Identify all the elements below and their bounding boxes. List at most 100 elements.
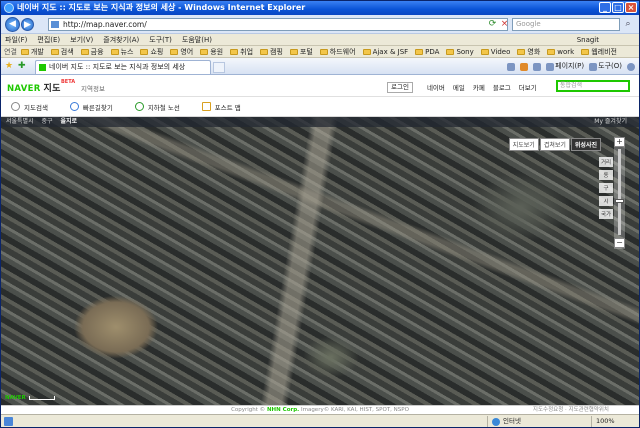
new-tab-button[interactable] [213, 62, 225, 73]
gear-icon [589, 62, 598, 71]
favorites-star-icon[interactable]: ★ [5, 61, 13, 72]
link-folder[interactable]: 웹레비전 [581, 47, 617, 57]
footer-company[interactable]: NHN Corp. [267, 407, 299, 413]
search-icon[interactable]: ⌕ [622, 18, 634, 31]
home-button[interactable] [507, 61, 516, 72]
folder-icon [20, 48, 29, 55]
folder-icon [480, 48, 489, 55]
minimize-button[interactable]: _ [599, 2, 611, 13]
security-zone[interactable]: 인터넷 [487, 416, 521, 427]
zoom-track[interactable] [618, 149, 621, 235]
zoom-level-labels: 거리 동 구 시 국가 [599, 157, 613, 219]
footer-copyright: Copyright © [231, 407, 266, 413]
stop-icon[interactable]: × [499, 18, 510, 30]
nav-blog[interactable]: 블로그 [493, 82, 511, 93]
link-folder[interactable]: 하드웨어 [319, 47, 356, 57]
naver-search-input[interactable]: 통합검색 [556, 80, 630, 92]
nav-cafe[interactable]: 카페 [473, 82, 485, 93]
link-folder[interactable]: 캠핑 [260, 47, 283, 57]
ie-logo-icon [4, 3, 14, 13]
zoom-out-button[interactable]: − [614, 238, 625, 248]
tool-post-map[interactable]: 포스트 맵 [201, 102, 241, 112]
address-url: http://map.naver.com/ [63, 20, 147, 29]
nav-more[interactable]: 더보기 [519, 82, 537, 93]
map-type-normal[interactable]: 지도보기 [508, 138, 539, 151]
link-folder[interactable]: 개발 [20, 47, 44, 57]
link-folder[interactable]: Sony [446, 48, 474, 56]
link-folder[interactable]: 용원 [200, 47, 223, 57]
link-folder[interactable]: PDA [415, 48, 439, 56]
link-folder[interactable]: work [547, 48, 574, 56]
search-input[interactable]: Google [512, 18, 620, 31]
breadcrumb-district[interactable]: 중구 [42, 118, 53, 125]
snagit-button[interactable]: Snagit [577, 34, 599, 46]
zoom-label-street[interactable]: 거리 [599, 157, 613, 167]
folder-icon [319, 48, 328, 55]
zoom-label-dong[interactable]: 동 [599, 170, 613, 180]
folder-icon [50, 48, 59, 55]
link-folder[interactable]: 영화 [517, 47, 540, 57]
back-button[interactable]: ◀ [5, 17, 20, 32]
link-folder[interactable]: 검색 [50, 47, 74, 57]
footer-links[interactable]: 지도수정요청 · 지도관련협약위치 [533, 406, 609, 414]
map-type-satellite[interactable]: 위성사진 [570, 138, 601, 151]
feeds-button[interactable] [520, 61, 529, 72]
breadcrumb-street[interactable]: 을지로 [61, 118, 78, 125]
link-folder[interactable]: Ajax & JSF [362, 48, 408, 56]
zoom-handle[interactable] [615, 199, 624, 203]
zoom-in-button[interactable]: + [614, 137, 625, 147]
address-input[interactable]: http://map.naver.com/ [48, 18, 508, 31]
breadcrumb-city[interactable]: 서울특별시 [6, 118, 34, 125]
folder-icon [260, 48, 269, 55]
help-button[interactable] [627, 61, 635, 72]
zoom-label-country[interactable]: 국가 [599, 209, 613, 219]
tool-directions[interactable]: 빠른길찾기 [69, 102, 113, 112]
folder-icon [140, 48, 149, 55]
status-bar: 인터넷 100% [1, 414, 639, 427]
link-folder[interactable]: 금융 [80, 47, 104, 57]
menu-favorites[interactable]: 즐겨찾기(A) [103, 35, 139, 45]
add-favorites-icon[interactable]: ✚ [18, 61, 26, 72]
tools-menu-button[interactable]: 도구(O) [589, 61, 622, 72]
menu-edit[interactable]: 편집(E) [37, 35, 60, 45]
link-folder[interactable]: 포털 [289, 47, 313, 57]
beta-badge: BETA [61, 79, 76, 85]
close-button[interactable]: × [625, 2, 637, 13]
naver-favicon-icon [39, 64, 46, 71]
folder-icon [289, 48, 298, 55]
login-button[interactable]: 로그인 [387, 82, 413, 93]
forward-button[interactable]: ▶ [21, 18, 34, 31]
menu-tools[interactable]: 도구(T) [149, 35, 172, 45]
folder-icon [415, 48, 424, 55]
zoom-label-city[interactable]: 시 [599, 196, 613, 206]
title-bar: 네이버 지도 :: 지도로 보는 지식과 정보의 세상 - Windows In… [1, 1, 639, 15]
tab-naver-map[interactable]: 네이버 지도 :: 지도로 보는 지식과 정보의 세상 [35, 60, 211, 74]
refresh-icon[interactable]: ⟳ [487, 18, 498, 30]
tool-map-search[interactable]: 지도검색 [11, 102, 48, 112]
maximize-button[interactable]: □ [612, 2, 624, 13]
zoom-label-gu[interactable]: 구 [599, 183, 613, 193]
nav-mail[interactable]: 메일 [453, 82, 465, 93]
tool-subway[interactable]: 지하철 노선 [134, 102, 180, 112]
my-favorites-button[interactable]: My 즐겨찾기 [594, 117, 627, 127]
nav-naver[interactable]: 네이버 [427, 82, 445, 93]
region-info-link[interactable]: 지역정보 [81, 83, 105, 93]
print-button[interactable] [533, 61, 542, 72]
link-folder[interactable]: 뉴스 [110, 47, 133, 57]
naver-logo[interactable]: NAVER 지도 [7, 81, 61, 94]
folder-icon [170, 48, 179, 55]
link-folder[interactable]: 영어 [170, 47, 193, 57]
link-folder[interactable]: 취업 [230, 47, 253, 57]
page-menu-button[interactable]: 페이지(P) [546, 61, 584, 72]
map-type-hybrid[interactable]: 겹쳐보기 [539, 138, 570, 151]
magnifier-icon [11, 102, 20, 111]
menu-view[interactable]: 보기(V) [70, 35, 93, 45]
satellite-map[interactable]: 서울특별시 중구 을지로 My 즐겨찾기 지도보기 겹쳐보기 위성사진 + − … [1, 117, 639, 405]
link-folder[interactable]: Video [480, 48, 510, 56]
menu-file[interactable]: 파일(F) [5, 35, 27, 45]
link-folder[interactable]: 쇼핑 [140, 47, 163, 57]
page-icon [546, 62, 555, 71]
menu-help[interactable]: 도움말(H) [182, 35, 212, 45]
zoom-level-status[interactable]: 100% [591, 416, 615, 427]
map-footer: Copyright © NHN Corp. Imagery© KARI, KAI… [1, 405, 639, 414]
